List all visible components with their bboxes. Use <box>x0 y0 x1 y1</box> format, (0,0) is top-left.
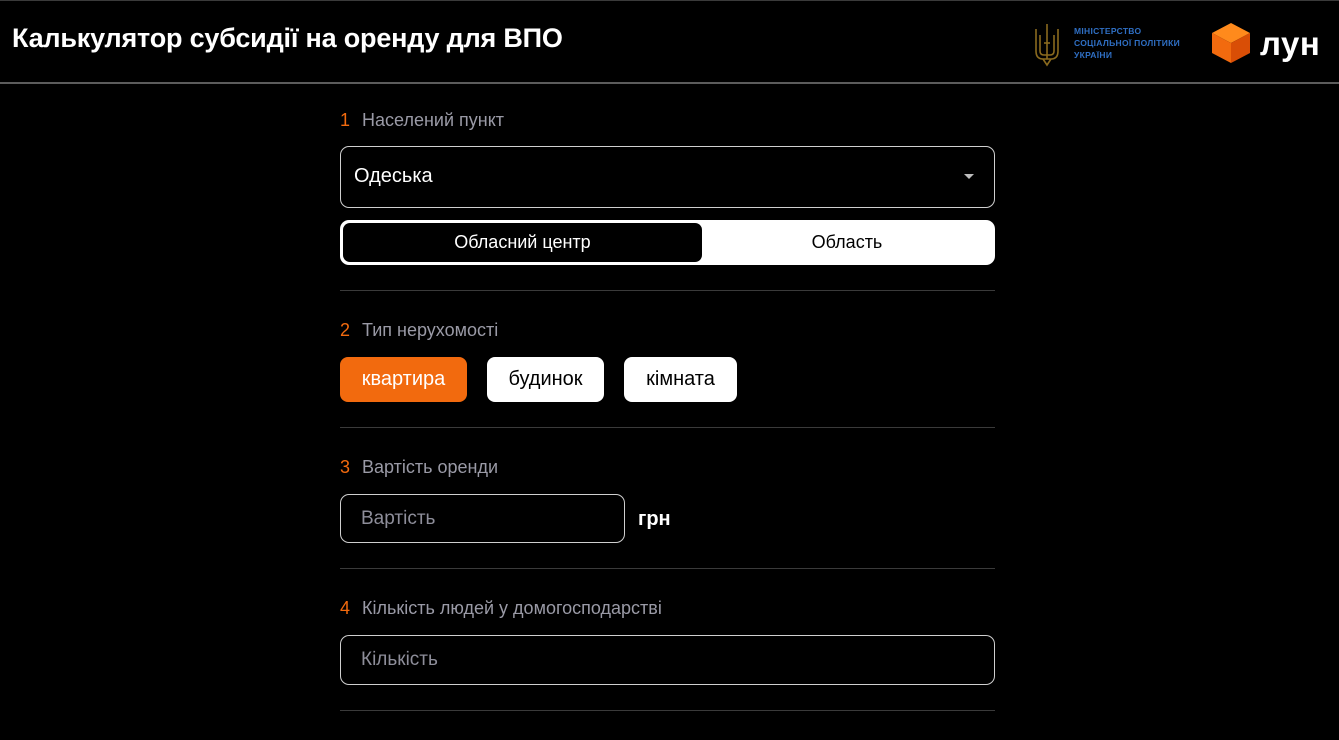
section-title: Тип нерухомості <box>362 320 499 340</box>
rent-cost-input[interactable]: Вартість <box>340 494 625 543</box>
ministry-line: СОЦІАЛЬНОЇ ПОЛІТИКИ <box>1074 38 1181 48</box>
section-title: Населений пункт <box>362 110 505 130</box>
region-select-value: Одеська <box>354 165 433 187</box>
property-option-room[interactable]: кімната <box>624 357 737 402</box>
lun-logo[interactable]: лун <box>1210 21 1330 67</box>
section-title: Кількість людей у домогосподарстві <box>362 598 662 618</box>
ministry-name: МІНІСТЕРСТВО СОЦІАЛЬНОЇ ПОЛІТИКИ УКРАЇНИ <box>1074 25 1180 61</box>
section-number: 1 <box>340 110 351 130</box>
household-size-placeholder: Кількість <box>361 649 438 670</box>
caret-down-icon <box>964 174 974 179</box>
ministry-line: УКРАЇНИ <box>1074 50 1113 60</box>
section-title: Вартість оренди <box>362 457 499 477</box>
section-number: 3 <box>340 457 351 477</box>
property-option-house[interactable]: будинок <box>487 357 604 402</box>
rent-cost-row: Вартість грн <box>340 494 995 543</box>
rent-cost-placeholder: Вартість <box>361 508 436 529</box>
settlement-type-toggle: Обласний центр Область <box>340 220 995 265</box>
section-property-type-label: 2 Тип нерухомості <box>340 318 995 342</box>
ministry-logo[interactable]: МІНІСТЕРСТВО СОЦІАЛЬНОЇ ПОЛІТИКИ УКРАЇНИ <box>1030 21 1200 67</box>
section-number: 4 <box>340 598 351 618</box>
ministry-line: МІНІСТЕРСТВО <box>1074 26 1142 36</box>
page-title: Калькулятор субсидії на оренду для ВПО <box>12 23 563 53</box>
lun-cube-icon <box>1212 23 1250 63</box>
section-household-label: 4 Кількість людей у домогосподарстві <box>340 596 995 620</box>
subsidy-form: 1 Населений пункт Одеська Обласний центр … <box>340 86 995 711</box>
lun-wordmark: лун <box>1260 25 1321 62</box>
property-option-apartment[interactable]: квартира <box>340 357 467 402</box>
toggle-region[interactable]: Область <box>702 223 992 262</box>
divider <box>340 710 995 711</box>
property-type-options: квартира будинок кімната <box>340 357 995 402</box>
section-location-label: 1 Населений пункт <box>340 108 995 132</box>
household-size-input[interactable]: Кількість <box>340 635 995 685</box>
app-header: Калькулятор субсидії на оренду для ВПО М… <box>0 0 1339 84</box>
section-rent-cost-label: 3 Вартість оренди <box>340 455 995 479</box>
toggle-regional-center[interactable]: Обласний центр <box>343 223 702 262</box>
section-number: 2 <box>340 320 351 340</box>
currency-unit: грн <box>638 508 671 530</box>
region-select[interactable]: Одеська <box>340 146 995 208</box>
trident-icon <box>1035 24 1059 67</box>
